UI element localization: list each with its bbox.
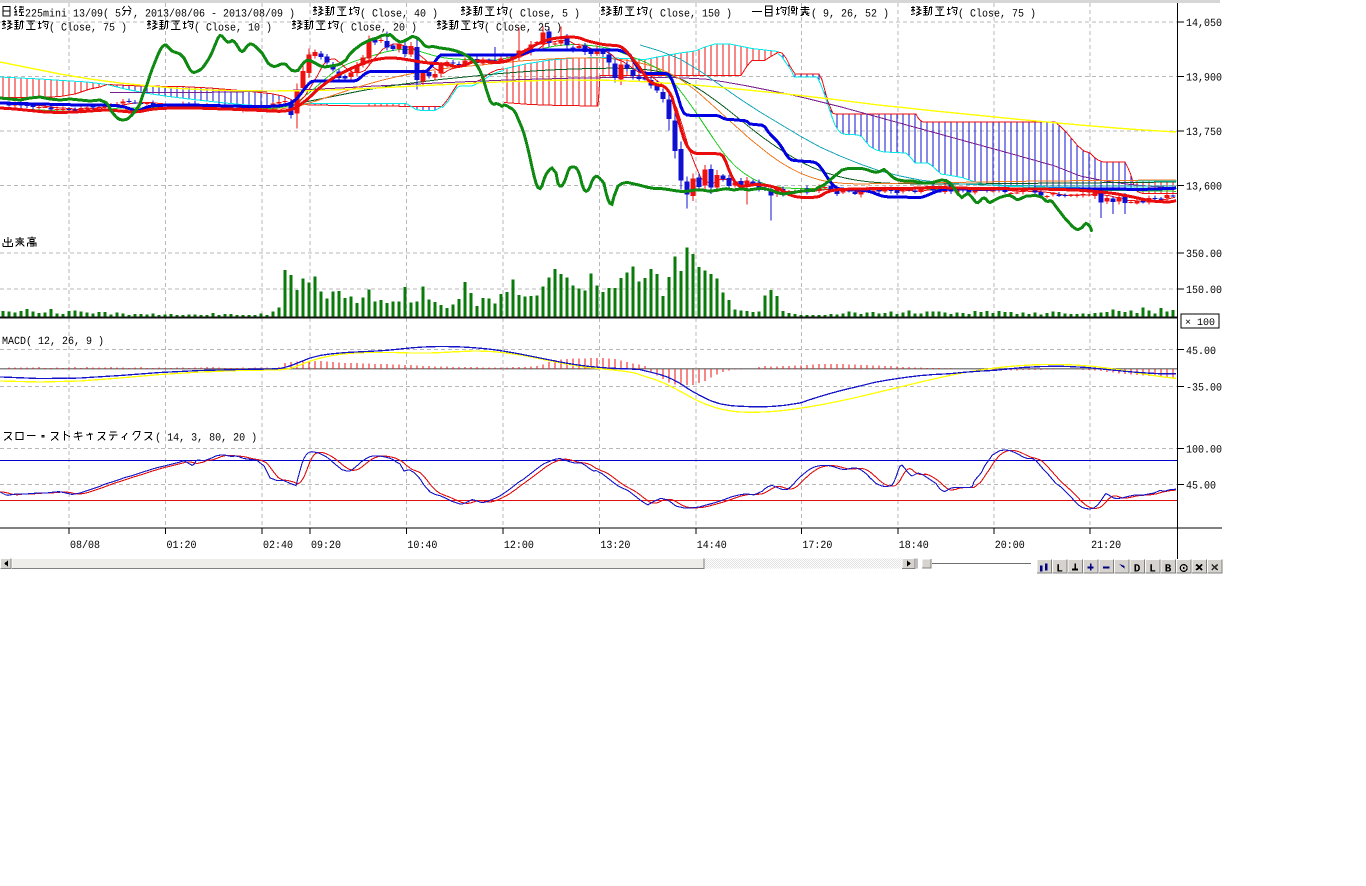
svg-text:13/09( 5: 13/09( 5 (73, 8, 121, 20)
svg-text:13,600: 13,600 (1186, 182, 1222, 194)
svg-text:12:00: 12:00 (504, 540, 534, 552)
svg-text:( Close, 40 ): ( Close, 40 ) (360, 8, 438, 20)
svg-text:( 14, 3, 80, 20 ): ( 14, 3, 80, 20 ) (155, 433, 257, 445)
svg-text:17:20: 17:20 (802, 540, 832, 552)
svg-text:18:40: 18:40 (899, 540, 929, 552)
svg-text:01:20: 01:20 (167, 540, 197, 552)
svg-text:10:40: 10:40 (407, 540, 437, 552)
svg-text:21:20: 21:20 (1091, 540, 1121, 552)
svg-text:14:40: 14:40 (697, 540, 727, 552)
svg-text:13,900: 13,900 (1186, 73, 1222, 85)
svg-text:13,750: 13,750 (1186, 127, 1222, 139)
svg-text:45.00: 45.00 (1186, 346, 1216, 358)
svg-text:20:00: 20:00 (995, 540, 1025, 552)
svg-text:, 2013/08/06 - 2013/08/09 ): , 2013/08/06 - 2013/08/09 ) (133, 8, 295, 20)
svg-text:13:20: 13:20 (600, 540, 630, 552)
svg-text:150.00: 150.00 (1186, 285, 1222, 297)
svg-text:( Close, 20 ): ( Close, 20 ) (339, 22, 417, 34)
svg-text:100.00: 100.00 (1186, 445, 1222, 457)
svg-text:09:20: 09:20 (311, 540, 341, 552)
svg-text:14,050: 14,050 (1186, 18, 1222, 30)
svg-text:225mini: 225mini (25, 8, 67, 20)
svg-text:× 100: × 100 (1185, 318, 1215, 329)
svg-text:( Close, 25 ): ( Close, 25 ) (484, 22, 562, 34)
svg-text:( Close, 75 ): ( Close, 75 ) (958, 8, 1036, 20)
svg-text:( Close, 150 ): ( Close, 150 ) (648, 8, 732, 20)
svg-text:MACD( 12, 26, 9 ): MACD( 12, 26, 9 ) (2, 336, 104, 348)
svg-text:L: L (1149, 564, 1156, 576)
svg-text:08/08: 08/08 (70, 540, 100, 552)
svg-text:( Close, 75 ): ( Close, 75 ) (49, 22, 127, 34)
svg-text:45.00: 45.00 (1186, 481, 1216, 493)
svg-text:350.00: 350.00 (1186, 249, 1222, 261)
svg-text:( 9, 26, 52 ): ( 9, 26, 52 ) (811, 8, 889, 20)
svg-text:( Close, 10 ): ( Close, 10 ) (194, 22, 272, 34)
svg-text:( Close, 5 ): ( Close, 5 ) (508, 8, 580, 20)
svg-text:02:40: 02:40 (263, 540, 293, 552)
svg-text:L: L (1056, 564, 1063, 576)
svg-text:D: D (1134, 564, 1141, 576)
svg-text:-35.00: -35.00 (1186, 383, 1222, 395)
svg-text:B: B (1165, 564, 1172, 576)
